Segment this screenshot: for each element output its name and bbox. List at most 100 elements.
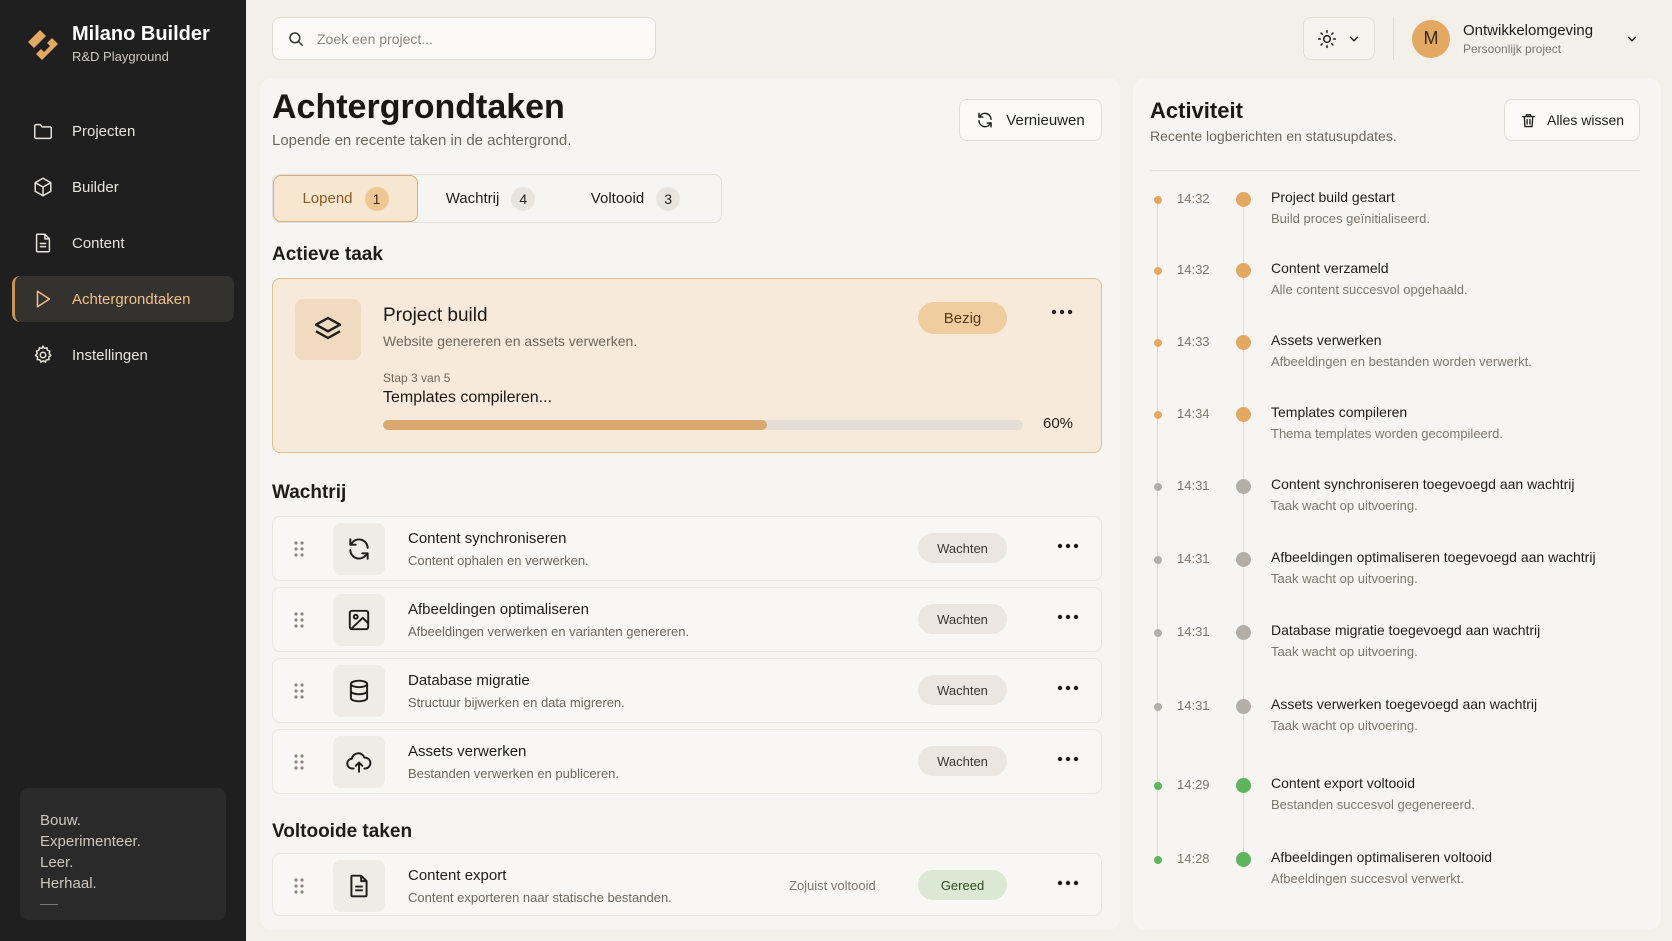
- sidebar-item-content[interactable]: Content: [12, 220, 234, 266]
- activity-item: 14:28 Afbeeldingen optimaliseren voltooid…: [1150, 849, 1640, 899]
- tab-label: Lopend: [302, 190, 353, 207]
- timeline-dot: [1154, 782, 1162, 790]
- motto-line: Leer.: [40, 854, 74, 871]
- queue-row[interactable]: Database migratie Structuur bijwerken en…: [272, 658, 1102, 723]
- sidebar: Milano Builder R&D Playground Projecten …: [0, 0, 246, 941]
- completed-row[interactable]: Content export Content exporteren naar s…: [272, 853, 1102, 916]
- tab-count-badge: 3: [656, 186, 681, 211]
- profile-name: Ontwikkelomgeving: [1463, 21, 1594, 39]
- activity-time: 14:31: [1177, 698, 1210, 713]
- profile-subtitle: Persoonlijk project: [1463, 41, 1562, 56]
- sidebar-nav: Projecten Builder Content Achtergrondtak…: [12, 108, 234, 388]
- status-dot: [1236, 778, 1251, 793]
- timeline-dot: [1154, 196, 1162, 204]
- profile-switcher[interactable]: M Ontwikkelomgeving Persoonlijk project: [1412, 17, 1639, 60]
- tab-wachtrij[interactable]: Wachtrij 4: [418, 175, 563, 222]
- queue-title: Content synchroniseren: [408, 530, 567, 547]
- tab-lopend[interactable]: Lopend 1: [273, 175, 418, 222]
- timeline-dot: [1154, 411, 1162, 419]
- chevron-down-icon: [1627, 36, 1637, 42]
- document-icon: [333, 860, 385, 912]
- avatar: M: [1412, 19, 1450, 58]
- activity-item: 14:31 Assets verwerken toegevoegd aan wac…: [1150, 696, 1640, 746]
- drag-handle-icon[interactable]: [293, 682, 305, 700]
- more-horizontal-icon[interactable]: [1057, 685, 1079, 691]
- activity-item-subtitle: Afbeeldingen succesvol verwerkt.: [1271, 871, 1464, 886]
- tab-label: Voltooid: [590, 190, 645, 207]
- drag-handle-icon[interactable]: [293, 611, 305, 629]
- sidebar-item-builder[interactable]: Builder: [12, 164, 234, 210]
- tab-count-badge: 1: [364, 186, 389, 211]
- theme-toggle-button[interactable]: [1303, 17, 1375, 60]
- status-dot: [1236, 192, 1251, 207]
- status-badge: Wachten: [918, 604, 1007, 634]
- activity-item-title: Afbeeldingen optimaliseren voltooid: [1271, 849, 1493, 865]
- activity-item: 14:29 Content export voltooid Bestanden su…: [1150, 775, 1640, 825]
- more-horizontal-icon[interactable]: [1057, 756, 1079, 762]
- queue-row[interactable]: Afbeeldingen optimaliseren Afbeeldingen …: [272, 587, 1102, 652]
- drag-handle-icon[interactable]: [293, 877, 305, 895]
- status-dot: [1236, 699, 1251, 714]
- section-title-active: Actieve taak: [272, 244, 383, 265]
- drag-handle-icon[interactable]: [293, 753, 305, 771]
- logo-icon: [28, 30, 58, 60]
- activity-time: 14:32: [1177, 262, 1210, 277]
- active-task-title: Project build: [383, 305, 488, 326]
- tab-voltooid[interactable]: Voltooid 3: [563, 175, 708, 222]
- play-icon: [36, 290, 51, 308]
- search-bar[interactable]: [272, 17, 656, 60]
- search-icon: [289, 31, 304, 46]
- status-badge: Wachten: [918, 675, 1007, 705]
- refresh-button[interactable]: Vernieuwen: [959, 99, 1102, 141]
- chevron-down-icon: [1349, 36, 1359, 42]
- activity-item: 14:31 Database migratie toegevoegd aan wa…: [1150, 622, 1640, 672]
- status-dot: [1236, 552, 1251, 567]
- timeline-dot: [1154, 339, 1162, 347]
- page-title: Achtergrondtaken: [272, 88, 565, 126]
- status-badge: Gereed: [918, 870, 1007, 900]
- activity-item-subtitle: Bestanden succesvol gegenereerd.: [1271, 797, 1475, 812]
- activity-item-subtitle: Taak wacht op uitvoering.: [1271, 498, 1418, 513]
- status-dot: [1236, 335, 1251, 350]
- tab-label: Wachtrij: [445, 190, 500, 207]
- more-horizontal-icon[interactable]: [1057, 543, 1079, 549]
- cube-icon: [34, 177, 52, 197]
- activity-item-title: Project build gestart: [1271, 189, 1395, 205]
- queue-title: Database migratie: [408, 672, 530, 689]
- more-horizontal-icon[interactable]: [1051, 309, 1073, 315]
- queue-title: Afbeeldingen optimaliseren: [408, 601, 589, 618]
- active-task-card[interactable]: Project build Website genereren en asset…: [272, 278, 1102, 453]
- sidebar-item-achtergrondtaken[interactable]: Achtergrondtaken: [12, 276, 234, 322]
- timeline-dot: [1154, 703, 1162, 711]
- timeline-dot: [1154, 629, 1162, 637]
- activity-item: 14:34 Templates compileren Thema templates…: [1150, 404, 1640, 454]
- queue-row[interactable]: Content synchroniseren Content ophalen e…: [272, 516, 1102, 581]
- image-icon: [333, 594, 385, 646]
- activity-time: 14:31: [1177, 551, 1210, 566]
- sun-icon: [1317, 29, 1337, 48]
- activity-time: 14:31: [1177, 624, 1210, 639]
- sync-icon: [333, 523, 385, 575]
- sidebar-item-projecten[interactable]: Projecten: [12, 108, 234, 154]
- motto-line: Experimenteer.: [40, 833, 141, 850]
- queue-row[interactable]: Assets verwerken Bestanden verwerken en …: [272, 729, 1102, 794]
- clear-all-button[interactable]: Alles wissen: [1504, 99, 1640, 141]
- refresh-label: Vernieuwen: [1006, 111, 1085, 129]
- motto-card: Bouw. Experimenteer. Leer. Herhaal.: [20, 788, 226, 920]
- activity-item-subtitle: Taak wacht op uitvoering.: [1271, 644, 1418, 659]
- document-icon: [35, 233, 51, 253]
- search-input[interactable]: [317, 30, 617, 47]
- sidebar-item-instellingen[interactable]: Instellingen: [12, 332, 234, 378]
- page-subtitle: Lopende en recente taken in de achtergro…: [272, 132, 572, 149]
- progress-bar: [383, 420, 1023, 430]
- drag-handle-icon[interactable]: [293, 540, 305, 558]
- more-horizontal-icon[interactable]: [1057, 880, 1079, 886]
- activity-item-title: Database migratie toegevoegd aan wachtri…: [1271, 622, 1541, 638]
- brand[interactable]: Milano Builder R&D Playground: [26, 22, 210, 64]
- more-horizontal-icon[interactable]: [1057, 614, 1079, 620]
- status-dot: [1236, 263, 1251, 278]
- activity-item-subtitle: Alle content succesvol opgehaald.: [1271, 282, 1468, 297]
- activity-item-title: Content export voltooid: [1271, 775, 1415, 791]
- timeline-dot: [1154, 856, 1162, 864]
- activity-item: 14:32 Project build gestart Build proces g…: [1150, 189, 1640, 239]
